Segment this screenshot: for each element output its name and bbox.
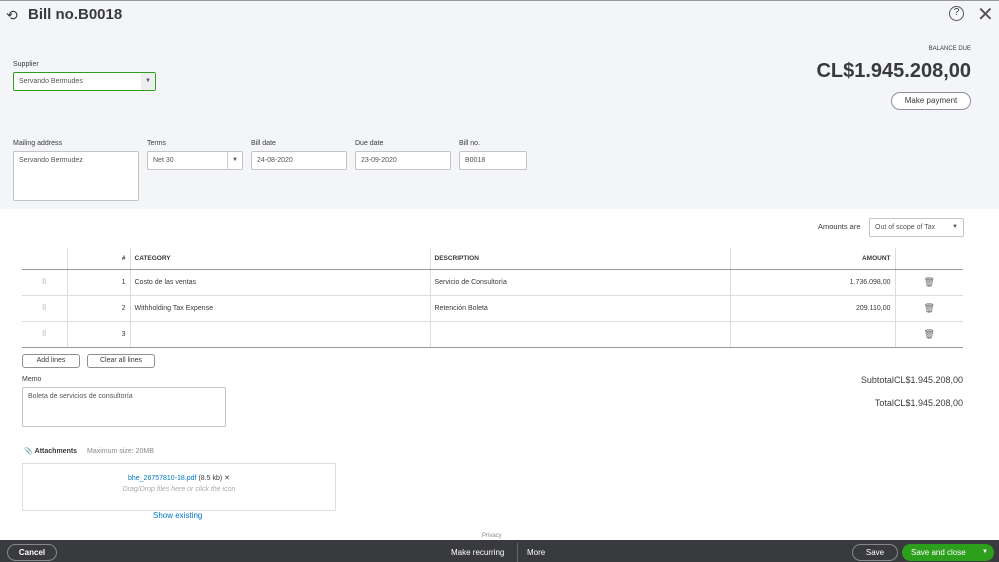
close-icon[interactable]: ✕ <box>977 2 994 27</box>
row-description[interactable]: Retención Boleta <box>429 295 730 322</box>
row-category[interactable]: Costo de las ventas <box>129 269 430 296</box>
row-description[interactable] <box>429 321 730 348</box>
drag-handle-icon[interactable]: ⠿ <box>22 321 67 348</box>
bill-date-input[interactable]: 24-08-2020 <box>251 151 347 170</box>
row-category[interactable]: Withholding Tax Expense <box>129 295 430 322</box>
row-number: 3 <box>66 321 130 348</box>
bill-no-label: Bill no. <box>459 140 481 147</box>
balance-due-amount: CL$1.945.208,00 <box>816 60 971 82</box>
save-and-close-button[interactable]: Save and close ▼ <box>902 544 994 561</box>
amounts-are-value: Out of scope of Tax <box>875 224 936 231</box>
drag-handle-icon[interactable]: ⠿ <box>22 269 67 296</box>
terms-label: Terms <box>147 140 167 147</box>
attachment-file-link[interactable]: bhe_26757810-18.pdf <box>128 475 197 482</box>
mailing-address-input[interactable]: Servando Bermudez <box>13 151 139 201</box>
row-amount[interactable]: 209.110,00 <box>729 295 895 322</box>
bill-no-input[interactable]: B0018 <box>459 151 527 170</box>
memo-input[interactable]: Boleta de servicios de consultoría <box>22 387 226 427</box>
col-amount: AMOUNT <box>729 248 895 270</box>
footer-bar: Cancel Make recurring More Save Save and… <box>0 540 999 562</box>
trash-icon[interactable]: 🗑 <box>894 269 963 296</box>
subtotal-label: Subtotal <box>860 375 894 385</box>
trash-icon[interactable]: 🗑 <box>894 321 963 348</box>
col-category: CATEGORY <box>129 248 430 270</box>
row-description[interactable]: Servicio de Consultoría <box>429 269 730 296</box>
header-panel <box>0 0 999 209</box>
paperclip-icon[interactable]: 📎 <box>24 448 33 455</box>
add-lines-button[interactable]: Add lines <box>22 354 80 368</box>
due-date-input[interactable]: 23-09-2020 <box>355 151 451 170</box>
row-amount[interactable] <box>729 321 895 348</box>
col-description: DESCRIPTION <box>429 248 730 270</box>
line-items-table: # CATEGORY DESCRIPTION AMOUNT ⠿ 1 Costo de la… <box>22 248 963 348</box>
make-payment-button[interactable]: Make payment <box>891 92 971 110</box>
attachments-dropzone[interactable]: bhe_26757810-18.pdf (8.5 kb) ✕ Drag/Drop… <box>22 463 336 511</box>
supplier-select[interactable]: Servando Bermudes ▼ <box>13 72 156 91</box>
trash-icon[interactable]: 🗑 <box>894 295 963 322</box>
help-icon[interactable]: ? <box>949 6 964 21</box>
chevron-down-icon: ▼ <box>141 73 155 90</box>
total-value: CL$1.945.208,00 <box>893 398 963 408</box>
save-button[interactable]: Save <box>852 544 898 561</box>
attachments-max-size: Maximum size: 20MB <box>87 448 154 455</box>
total-label: Total <box>874 398 894 408</box>
clear-all-lines-button[interactable]: Clear all lines <box>87 354 155 368</box>
table-row[interactable]: ⠿ 1 Costo de las ventas Servicio de Consult… <box>22 269 963 296</box>
save-and-close-label: Save and close <box>911 548 966 557</box>
terms-value: Net 30 <box>153 157 174 164</box>
make-recurring-button[interactable]: Make recurring <box>451 548 504 557</box>
supplier-value: Servando Bermudes <box>19 78 83 85</box>
due-date-label: Due date <box>355 140 384 147</box>
table-row[interactable]: ⠿ 3 🗑 <box>22 321 963 348</box>
amounts-are-label: Amounts are <box>818 222 861 231</box>
more-button[interactable]: More <box>527 548 545 557</box>
subtotal-value: CL$1.945.208,00 <box>893 375 963 385</box>
row-number: 2 <box>66 295 130 322</box>
attachments-label: Attachments <box>34 448 78 455</box>
row-number: 1 <box>66 269 130 296</box>
show-existing-link[interactable]: Show existing <box>153 511 202 520</box>
recent-transactions-icon[interactable]: ⟲ <box>6 7 18 24</box>
row-amount[interactable]: 1.736.098,00 <box>729 269 895 296</box>
terms-select[interactable]: Net 30 ▼ <box>147 151 243 170</box>
balance-due-label: BALANCE DUE <box>928 46 971 52</box>
cancel-button[interactable]: Cancel <box>7 544 57 561</box>
mailing-address-label: Mailing address <box>13 140 63 147</box>
chevron-down-icon: ▼ <box>227 152 242 169</box>
dropzone-hint: Drag/Drop files here or click the icon <box>122 486 236 493</box>
attachment-size: (8.5 kb) <box>198 475 223 482</box>
memo-label: Memo <box>22 376 42 383</box>
remove-attachment-icon[interactable]: ✕ <box>224 475 230 482</box>
chevron-down-icon: ▼ <box>952 224 958 230</box>
page-title: Bill no.B0018 <box>28 6 123 23</box>
drag-handle-icon[interactable]: ⠿ <box>22 295 67 322</box>
col-number: # <box>66 248 130 270</box>
bill-date-label: Bill date <box>251 140 276 147</box>
divider <box>517 543 518 562</box>
amounts-are-select[interactable]: Out of scope of Tax ▼ <box>869 218 964 237</box>
row-category[interactable] <box>129 321 430 348</box>
supplier-label: Supplier <box>13 61 39 68</box>
table-row[interactable]: ⠿ 2 Withholding Tax Expense Retención Bolet… <box>22 295 963 322</box>
chevron-down-icon[interactable]: ▼ <box>982 544 988 561</box>
privacy-link[interactable]: Privacy <box>482 533 502 539</box>
